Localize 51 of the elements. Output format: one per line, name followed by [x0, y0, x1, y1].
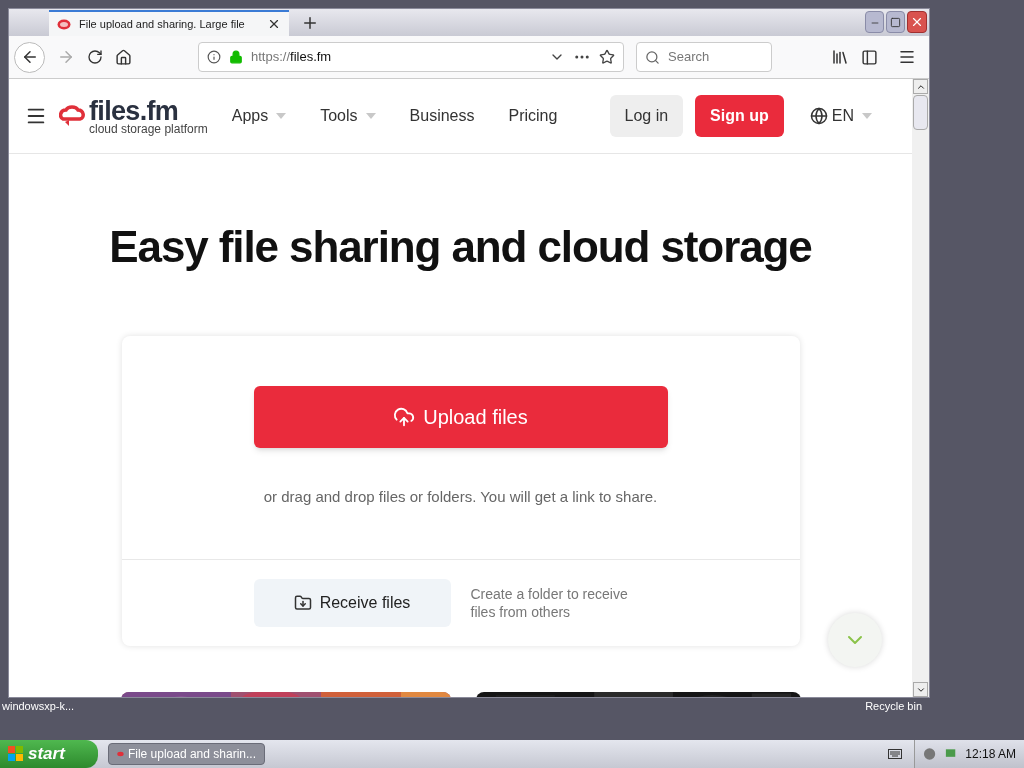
folder-icon: [293, 593, 312, 612]
reload-icon[interactable]: [87, 49, 103, 65]
caret-icon: [276, 113, 287, 119]
desktop-icon-label[interactable]: windowsxp-k...: [2, 700, 75, 712]
bookmark-star-icon[interactable]: [599, 49, 615, 65]
login-button[interactable]: Log in: [609, 95, 684, 137]
home-icon[interactable]: [115, 48, 132, 66]
search-field[interactable]: Search: [636, 42, 772, 72]
nav-link[interactable]: Pricing: [508, 104, 558, 128]
nav-link[interactable]: Business: [409, 104, 475, 128]
keyboard-icon[interactable]: [888, 749, 902, 759]
cloud-upload-icon: [393, 406, 416, 428]
close-icon[interactable]: [267, 17, 281, 31]
windows-logo-icon: [8, 746, 24, 762]
close-button[interactable]: [907, 11, 927, 33]
upload-button[interactable]: Upload files: [253, 386, 668, 448]
menu-icon[interactable]: [898, 48, 916, 66]
page-heading: Easy file sharing and cloud storage: [109, 221, 812, 273]
sidebar-icon[interactable]: [861, 48, 878, 66]
nav-link[interactable]: Tools: [320, 104, 358, 128]
back-button[interactable]: [14, 41, 45, 73]
url-text: https://files.fm: [251, 48, 332, 67]
lock-icon: [229, 50, 243, 64]
cloud-logo-icon: [59, 105, 85, 127]
tab-title: File upload and sharing. Large file: [79, 16, 246, 32]
browser-tab[interactable]: File upload and sharing. Large file: [49, 10, 289, 36]
scrollbar-thumb[interactable]: [913, 95, 928, 130]
library-icon[interactable]: [831, 48, 849, 66]
maximize-icon: [890, 16, 901, 28]
clock: 12:18 AM: [965, 746, 1016, 763]
maximize-button[interactable]: [886, 11, 905, 33]
caret-icon: [862, 113, 872, 119]
globe-icon: [809, 107, 828, 125]
nav-link[interactable]: Apps: [231, 104, 269, 128]
close-icon: [910, 15, 924, 29]
signup-button[interactable]: Sign up: [695, 95, 784, 137]
search-icon: [645, 49, 660, 65]
receive-files-button[interactable]: Receive files: [253, 578, 451, 627]
logo-text[interactable]: files.fm: [89, 97, 208, 125]
address-bar[interactable]: https://files.fm: [198, 42, 624, 72]
app-icon: [117, 749, 124, 759]
caret-icon: [365, 113, 376, 119]
desktop-icon-label[interactable]: Recycle bin: [865, 700, 922, 712]
new-tab-icon[interactable]: [301, 14, 319, 32]
receive-hint: Create a folder to receive files from others: [470, 584, 629, 621]
search-input[interactable]: Search: [668, 47, 758, 67]
drop-hint: or drag and drop files or folders. You will get a link to share.: [263, 487, 658, 507]
logo-tagline: cloud storage platform: [89, 122, 208, 135]
cloud-icon: [57, 18, 71, 30]
language-selector[interactable]: EN: [831, 104, 854, 128]
info-icon[interactable]: [207, 50, 221, 64]
